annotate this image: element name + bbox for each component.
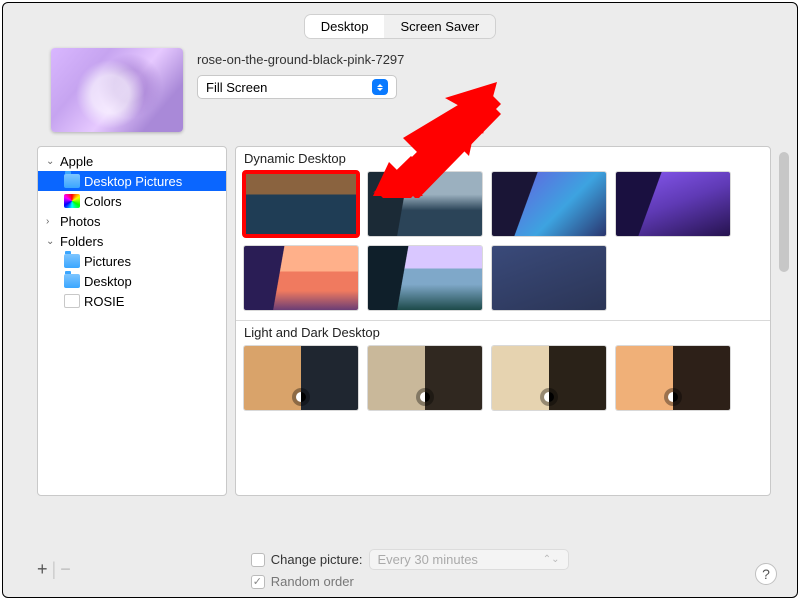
tree-apple[interactable]: ⌄ Apple: [38, 151, 226, 171]
color-wheel-icon: [64, 194, 80, 208]
chevron-down-icon: ⌄: [46, 236, 56, 247]
fit-mode-select[interactable]: Fill Screen: [197, 75, 397, 99]
wallpaper-thumb-7[interactable]: [492, 246, 606, 310]
tree-colors[interactable]: Colors: [38, 191, 226, 211]
chevron-right-icon: ›: [46, 216, 56, 227]
select-stepper-icon: ⌃⌄: [543, 554, 560, 565]
wallpaper-thumb-1[interactable]: [244, 172, 358, 236]
change-picture-label: Change picture:: [271, 552, 363, 567]
select-stepper-icon: [372, 79, 388, 95]
footer: + | − Change picture: Every 30 minutes ⌃…: [37, 549, 771, 589]
change-picture-checkbox[interactable]: [251, 553, 265, 567]
section-light-dark-desktop: Light and Dark Desktop: [236, 321, 770, 342]
random-order-label: Random order: [271, 574, 354, 589]
tree-folder-desktop[interactable]: Desktop: [38, 271, 226, 291]
wallpaper-ld-thumb-3[interactable]: [492, 346, 606, 410]
chevron-down-icon: ⌄: [46, 156, 56, 167]
wallpaper-thumb-5[interactable]: [244, 246, 358, 310]
help-button[interactable]: ?: [755, 563, 777, 585]
scrollbar[interactable]: [779, 152, 789, 272]
tree-folder-pictures[interactable]: Pictures: [38, 251, 226, 271]
desktop-preferences-window: Desktop Screen Saver rose-on-the-ground-…: [2, 2, 798, 598]
wallpaper-ld-thumb-4[interactable]: [616, 346, 730, 410]
tree-folder-rosie[interactable]: ROSIE: [38, 291, 226, 311]
tree-desktop-pictures[interactable]: Desktop Pictures: [38, 171, 226, 191]
wallpaper-thumb-2[interactable]: [368, 172, 482, 236]
section-dynamic-desktop: Dynamic Desktop: [236, 147, 770, 168]
tab-bar: Desktop Screen Saver: [3, 3, 797, 38]
tab-desktop[interactable]: Desktop: [305, 15, 385, 38]
tree-photos[interactable]: › Photos: [38, 211, 226, 231]
wallpaper-thumb-4[interactable]: [616, 172, 730, 236]
current-wallpaper-preview: [51, 48, 183, 132]
folder-icon: [64, 294, 80, 308]
remove-source-button[interactable]: −: [60, 559, 71, 580]
folder-icon: [64, 174, 80, 188]
light-dark-badge-icon: [416, 388, 434, 406]
wallpaper-gallery: Dynamic Desktop Light and Dark Desktop: [235, 146, 771, 496]
light-dark-badge-icon: [664, 388, 682, 406]
tree-folders[interactable]: ⌄ Folders: [38, 231, 226, 251]
wallpaper-ld-thumb-1[interactable]: [244, 346, 358, 410]
wallpaper-thumb-6[interactable]: [368, 246, 482, 310]
change-interval-select[interactable]: Every 30 minutes ⌃⌄: [369, 549, 569, 570]
folder-icon: [64, 254, 80, 268]
wallpaper-ld-thumb-2[interactable]: [368, 346, 482, 410]
light-dark-badge-icon: [540, 388, 558, 406]
wallpaper-thumb-3[interactable]: [492, 172, 606, 236]
current-wallpaper-name: rose-on-the-ground-black-pink-7297: [197, 52, 773, 67]
tab-screensaver[interactable]: Screen Saver: [384, 15, 495, 38]
add-source-button[interactable]: +: [37, 559, 48, 580]
random-order-checkbox[interactable]: [251, 575, 265, 589]
source-list: ⌄ Apple Desktop Pictures Colors › Photos…: [37, 146, 227, 496]
folder-icon: [64, 274, 80, 288]
fit-mode-value: Fill Screen: [206, 80, 267, 95]
light-dark-badge-icon: [292, 388, 310, 406]
